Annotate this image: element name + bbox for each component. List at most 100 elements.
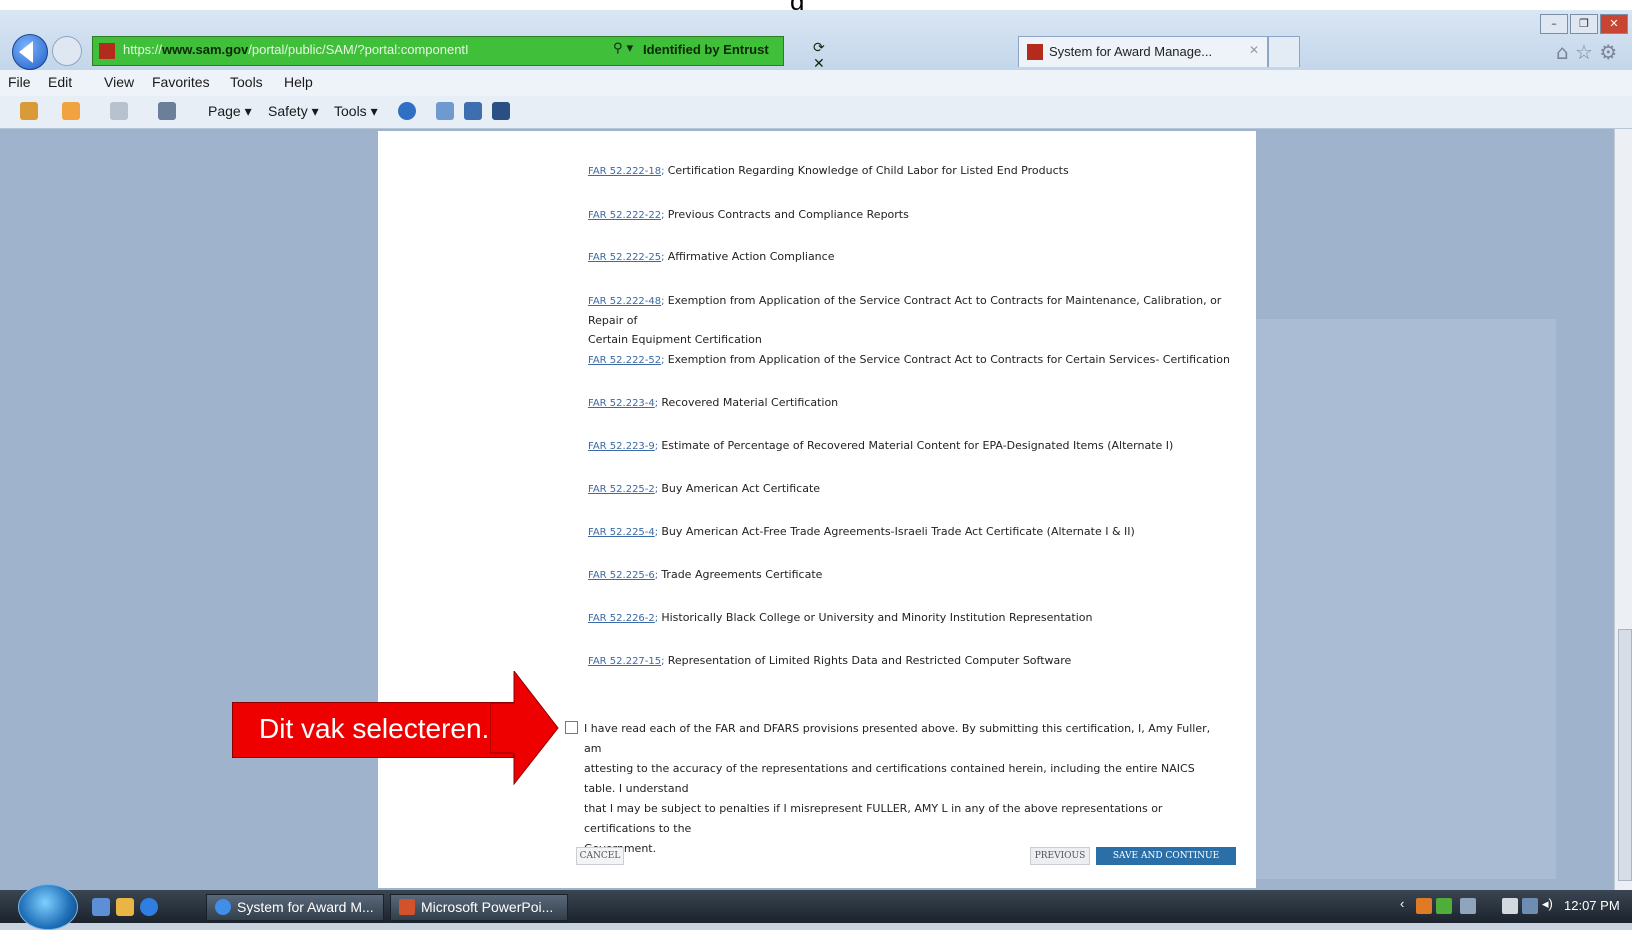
- help-icon[interactable]: [398, 102, 416, 120]
- menu-tools[interactable]: Tools: [230, 74, 263, 90]
- explorer-icon[interactable]: [116, 898, 134, 916]
- attestation-checkbox[interactable]: [565, 721, 578, 734]
- mail-icon[interactable]: [110, 102, 128, 120]
- onenote-icon[interactable]: [492, 102, 510, 120]
- show-desktop-icon[interactable]: [92, 898, 110, 916]
- cert-link[interactable]: FAR 52.222-25: [588, 252, 661, 263]
- taskbar-ie-window[interactable]: System for Award M...: [206, 894, 384, 921]
- menu-help[interactable]: Help: [284, 74, 313, 90]
- save-and-continue-button[interactable]: SAVE AND CONTINUE: [1096, 847, 1236, 865]
- cert-item: FAR 52.222-52; Exemption from Applicatio…: [588, 353, 1230, 366]
- cert-text-continued: Certain Equipment Certification: [588, 333, 762, 346]
- close-window-button[interactable]: ✕: [1600, 14, 1628, 34]
- cert-item: FAR 52.222-25; Affirmative Action Compli…: [588, 250, 835, 263]
- cert-item: FAR 52.225-6; Trade Agreements Certifica…: [588, 568, 823, 581]
- cert-link[interactable]: FAR 52.227-15: [588, 656, 661, 667]
- cancel-button[interactable]: CANCEL: [576, 847, 624, 865]
- cert-link[interactable]: FAR 52.225-4: [588, 527, 655, 538]
- cert-text: Trade Agreements Certificate: [661, 568, 823, 581]
- attestation-text: I have read each of the FAR and DFARS pr…: [584, 722, 1211, 855]
- identity-badge[interactable]: Identified by Entrust: [643, 42, 769, 57]
- feeds-icon[interactable]: [62, 102, 80, 120]
- forward-button[interactable]: [52, 36, 82, 66]
- cert-link[interactable]: FAR 52.222-52: [588, 355, 661, 366]
- cert-text: Exemption from Application of the Servic…: [588, 294, 1222, 327]
- cert-text: Historically Black College or University…: [661, 611, 1093, 624]
- cert-item: FAR 52.222-18; Certification Regarding K…: [588, 164, 1069, 177]
- window-controls: – ❐ ✕: [1540, 12, 1632, 34]
- tray-app-icon[interactable]: [1416, 898, 1432, 914]
- home-icon[interactable]: [20, 102, 38, 120]
- tray-battery-icon[interactable]: [1502, 898, 1518, 914]
- url-text[interactable]: https://www.sam.gov/portal/public/SAM/?p…: [123, 42, 469, 57]
- taskbar-powerpoint-window[interactable]: Microsoft PowerPoi...: [390, 894, 568, 921]
- minimize-button[interactable]: –: [1540, 14, 1568, 34]
- cert-item: FAR 52.226-2; Historically Black College…: [588, 611, 1093, 624]
- cert-link[interactable]: FAR 52.225-2: [588, 484, 655, 495]
- new-tab-button[interactable]: [1268, 36, 1300, 67]
- maximize-button[interactable]: ❐: [1570, 14, 1598, 34]
- menu-view[interactable]: View: [104, 74, 134, 90]
- cert-item: FAR 52.222-22; Previous Contracts and Co…: [588, 208, 909, 221]
- page-menu[interactable]: Page ▾: [208, 103, 252, 120]
- cert-link[interactable]: FAR 52.223-9: [588, 441, 655, 452]
- tools-menu[interactable]: Tools ▾: [334, 103, 378, 120]
- callout-arrow-icon: [490, 671, 559, 785]
- site-favicon-icon: [99, 43, 115, 59]
- cert-item: FAR 52.223-4; Recovered Material Certifi…: [588, 396, 839, 409]
- cert-link[interactable]: FAR 52.222-18: [588, 166, 661, 177]
- cert-link[interactable]: FAR 52.222-22: [588, 210, 661, 221]
- tab-favicon-icon: [1027, 44, 1043, 60]
- cert-link[interactable]: FAR 52.223-4: [588, 398, 655, 409]
- callout-label: Dit vak selecteren.: [232, 702, 514, 758]
- slide-title-fragment: g: [0, 0, 1632, 16]
- command-bar: Page ▾ Safety ▾ Tools ▾: [0, 96, 1632, 129]
- taskbar: System for Award M... Microsoft PowerPoi…: [0, 884, 1632, 930]
- menu-favorites[interactable]: Favorites: [152, 74, 210, 90]
- background-panel: [1256, 319, 1556, 879]
- home-favorites-tools-icons[interactable]: ⌂ ☆ ⚙: [1556, 40, 1617, 64]
- powerpoint-icon: [399, 899, 415, 915]
- back-button[interactable]: [12, 34, 48, 70]
- cert-item: FAR 52.227-15; Representation of Limited…: [588, 654, 1072, 667]
- safety-menu[interactable]: Safety ▾: [268, 103, 319, 120]
- ie-quicklaunch-icon[interactable]: [140, 898, 158, 916]
- tray-volume-icon[interactable]: ◂): [1542, 896, 1553, 912]
- refresh-stop-icons[interactable]: ⟳ ✕: [813, 40, 825, 72]
- tray-network-icon[interactable]: [1436, 898, 1452, 914]
- cert-item: FAR 52.223-9; Estimate of Percentage of …: [588, 439, 1174, 452]
- cert-item: FAR 52.225-4; Buy American Act-Free Trad…: [588, 525, 1135, 538]
- back-arrow-icon: [19, 41, 33, 63]
- cert-text: Buy American Act-Free Trade Agreements-I…: [661, 525, 1135, 538]
- tab-sam[interactable]: System for Award Manage... ✕: [1018, 36, 1268, 67]
- cert-text: Previous Contracts and Compliance Report…: [667, 208, 909, 221]
- translate-icon[interactable]: [464, 102, 482, 120]
- cert-text: Recovered Material Certification: [661, 396, 839, 409]
- search-dropdown-icon[interactable]: ⚲ ▾: [613, 41, 633, 56]
- vertical-scrollbar[interactable]: [1614, 129, 1632, 890]
- cert-text: Buy American Act Certificate: [661, 482, 821, 495]
- tray-display-icon[interactable]: [1522, 898, 1538, 914]
- cert-text: Affirmative Action Compliance: [667, 250, 835, 263]
- research-icon[interactable]: [436, 102, 454, 120]
- cert-text: Representation of Limited Rights Data an…: [667, 654, 1072, 667]
- scrollbar-thumb[interactable]: [1618, 629, 1632, 881]
- previous-button[interactable]: PREVIOUS: [1030, 847, 1090, 865]
- tab-close-icon[interactable]: ✕: [1249, 43, 1259, 57]
- menu-edit[interactable]: Edit: [48, 74, 72, 90]
- cert-text: Exemption from Application of the Servic…: [667, 353, 1230, 366]
- start-button[interactable]: [18, 884, 78, 930]
- tray-sync-icon[interactable]: [1460, 898, 1476, 914]
- clock[interactable]: 12:07 PM: [1564, 898, 1620, 913]
- cert-link[interactable]: FAR 52.225-6: [588, 570, 655, 581]
- cert-link[interactable]: FAR 52.222-48: [588, 296, 661, 307]
- cert-link[interactable]: FAR 52.226-2: [588, 613, 655, 624]
- tray-expand-icon[interactable]: ‹: [1400, 896, 1404, 911]
- menu-bar: File Edit View Favorites Tools Help: [0, 70, 1632, 96]
- cert-item: FAR 52.225-2; Buy American Act Certifica…: [588, 482, 821, 495]
- menu-file[interactable]: File: [8, 74, 31, 90]
- print-icon[interactable]: [158, 102, 176, 120]
- ie-icon: [215, 899, 231, 915]
- cert-text: Estimate of Percentage of Recovered Mate…: [661, 439, 1174, 452]
- address-bar[interactable]: https://www.sam.gov/portal/public/SAM/?p…: [92, 36, 825, 72]
